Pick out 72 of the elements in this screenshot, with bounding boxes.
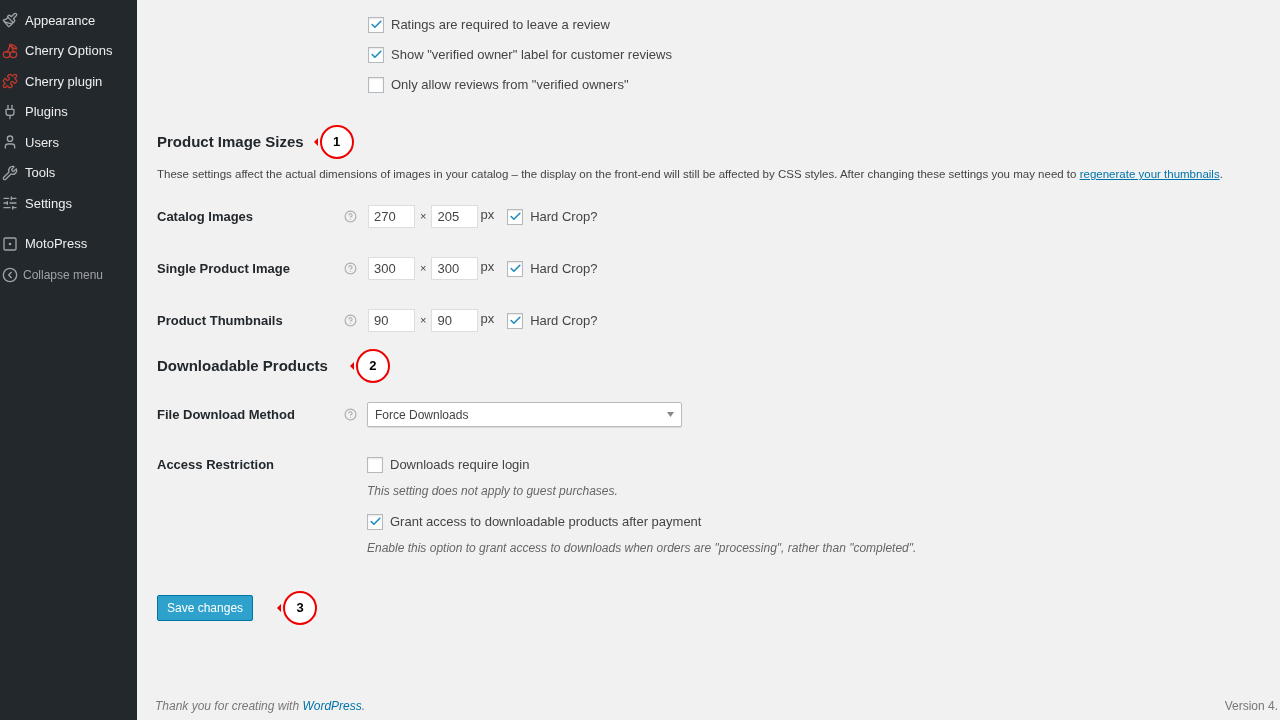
checkbox-label: Downloads require login xyxy=(390,455,530,474)
unit-label: px xyxy=(480,206,495,225)
checkbox[interactable] xyxy=(367,513,383,530)
height-field[interactable]: 90 xyxy=(431,309,479,332)
sidebar-item[interactable]: Cherry Options xyxy=(25,41,113,61)
checkbox[interactable] xyxy=(368,46,384,63)
sidebar-item[interactable]: Appearance xyxy=(25,10,96,30)
checkbox-label: Ratings are required to leave a review xyxy=(391,15,610,34)
checkbox-label: Show "verified owner" label for customer reviews xyxy=(391,45,672,64)
checkbox-label: Hard Crop? xyxy=(530,311,598,330)
collapse-menu[interactable]: Collapse menu xyxy=(23,266,104,284)
section-description: These settings affect the actual dimensions of images in your catalog – the display on the front-end will still be affected by CSS styles. After changing these settings you may need to regenerate your thumbnails. xyxy=(157,167,1224,182)
regenerate-link[interactable]: regenerate your thumbnails xyxy=(1079,168,1220,180)
checkbox[interactable] xyxy=(507,208,524,225)
field-label: Single Product Image xyxy=(157,259,291,278)
hint-text: This setting does not apply to guest purchases. xyxy=(367,483,619,500)
checkbox[interactable] xyxy=(507,260,524,277)
height-field[interactable]: 300 xyxy=(431,257,479,280)
width-field[interactable]: 270 xyxy=(368,205,415,228)
field-label: File Download Method xyxy=(157,405,296,424)
wordpress-link[interactable]: WordPress xyxy=(302,699,362,713)
checkbox[interactable] xyxy=(367,456,383,473)
field-label: Catalog Images xyxy=(157,207,255,226)
step-marker: 1 xyxy=(319,125,354,159)
pointer-icon xyxy=(313,138,318,146)
puzzle-icon xyxy=(2,73,18,90)
pointer-icon xyxy=(277,604,282,612)
width-field[interactable]: 300 xyxy=(368,257,415,280)
help-icon[interactable] xyxy=(344,210,357,223)
help-icon[interactable] xyxy=(344,314,357,327)
checkbox-label: Hard Crop? xyxy=(530,259,598,278)
sidebar-item[interactable]: Settings xyxy=(25,193,72,213)
section-heading: Downloadable Products xyxy=(157,355,328,376)
checkbox[interactable] xyxy=(368,16,384,33)
sidebar-item[interactable]: Tools xyxy=(25,163,56,183)
step-marker: 2 xyxy=(355,349,390,383)
field-label: Access Restriction xyxy=(157,455,276,474)
download-method-select[interactable]: Force Downloads xyxy=(367,402,682,427)
checkbox[interactable] xyxy=(368,76,384,93)
plug-icon xyxy=(2,103,18,120)
sidebar-item[interactable]: Cherry plugin xyxy=(25,71,103,91)
sidebar-item[interactable]: Plugins xyxy=(25,102,68,122)
checkbox-label: Hard Crop? xyxy=(530,207,598,226)
section-heading: Product Image Sizes xyxy=(157,131,304,152)
times-sign: × xyxy=(420,209,427,225)
dropdown-caret-icon xyxy=(667,412,674,417)
times-sign: × xyxy=(420,261,427,277)
checkbox-label: Only allow reviews from "verified owners" xyxy=(391,75,629,94)
help-icon[interactable] xyxy=(344,262,357,275)
paintbrush-icon xyxy=(2,12,18,29)
cherry-icon xyxy=(2,42,18,59)
hint-text: Enable this option to grant access to downloads when orders are "processing", rather than "completed". xyxy=(367,540,917,557)
sidebar-item[interactable]: MotoPress xyxy=(25,234,88,254)
square-icon xyxy=(2,235,18,252)
sidebar-item[interactable]: Users xyxy=(25,132,59,152)
checkbox-label: Grant access to downloadable products after payment xyxy=(390,512,702,531)
wrench-icon xyxy=(2,164,18,181)
user-icon xyxy=(2,134,18,151)
step-marker: 3 xyxy=(283,591,318,625)
pointer-icon xyxy=(349,362,354,370)
unit-label: px xyxy=(480,258,495,277)
sliders-icon xyxy=(2,195,18,212)
width-field[interactable]: 90 xyxy=(368,309,415,332)
checkbox[interactable] xyxy=(507,312,524,329)
unit-label: px xyxy=(480,310,495,329)
field-label: Product Thumbnails xyxy=(157,311,284,330)
version-text: Version 4. xyxy=(1224,698,1278,715)
collapse-icon[interactable] xyxy=(2,267,18,283)
footer-text: Thank you for creating with WordPress. xyxy=(155,698,366,715)
height-field[interactable]: 205 xyxy=(431,205,479,228)
help-icon[interactable] xyxy=(344,408,357,421)
times-sign: × xyxy=(420,313,427,329)
